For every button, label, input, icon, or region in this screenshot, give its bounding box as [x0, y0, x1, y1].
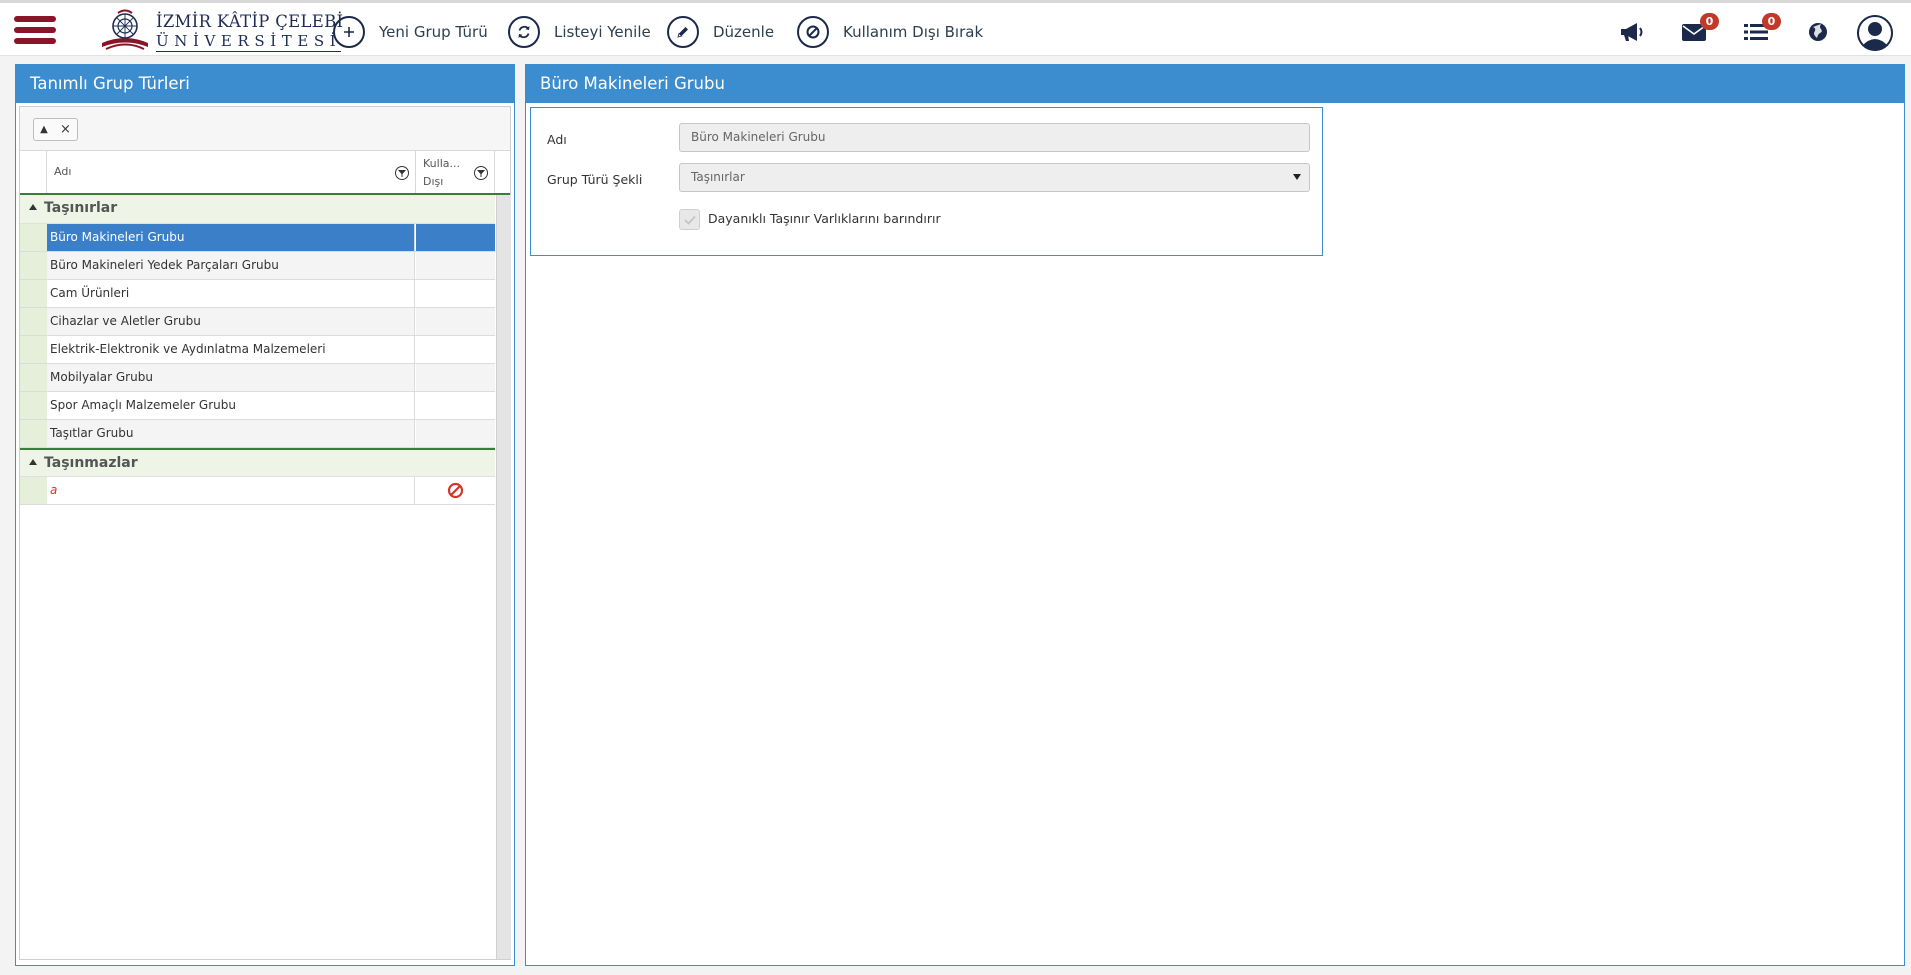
logo-title: İZMİR KÂTİP ÇELEBİ [156, 12, 344, 31]
row-inactive [416, 336, 495, 363]
row-name: Cihazlar ve Aletler Grubu [47, 308, 415, 335]
table-row[interactable]: Taşıtlar Grubu [20, 420, 495, 448]
deactivate-label: Kullanım Dışı Bırak [843, 23, 984, 41]
new-group-type-label: Yeni Grup Türü [379, 23, 488, 41]
name-field[interactable]: Büro Makineleri Grubu [679, 123, 1310, 152]
menu-icon[interactable] [14, 16, 56, 46]
refresh-list-button[interactable]: Listeyi Yenile [508, 15, 651, 49]
grid-header-spacer [20, 151, 47, 193]
messages-badge: 0 [1700, 13, 1719, 30]
row-inactive [416, 308, 495, 335]
column-header-name-label: Adı [54, 165, 72, 178]
university-logo[interactable]: İZMİR KÂTİP ÇELEBİ ÜNİVERSİTESİ [98, 9, 343, 53]
name-field-label: Adı [547, 132, 567, 147]
group-detail-panel-title: Büro Makineleri Grubu [526, 65, 1904, 103]
row-name: Elektrik-Elektronik ve Aydınlatma Malzem… [47, 336, 415, 363]
globe-icon[interactable] [1803, 17, 1833, 47]
row-inactive [416, 280, 495, 307]
close-icon[interactable]: × [60, 122, 71, 137]
group-types-panel: Tanımlı Grup Türleri ▲ × Adı Kulla... Dı… [15, 64, 515, 966]
row-inactive [416, 364, 495, 391]
group-label: Taşınmazlar [44, 455, 138, 471]
durable-assets-checkbox-label: Dayanıklı Taşınır Varlıklarını barındırı… [708, 211, 941, 226]
row-inactive [416, 252, 495, 279]
top-bar: İZMİR KÂTİP ÇELEBİ ÜNİVERSİTESİ Yeni Gru… [0, 0, 1911, 56]
group-row-tasinmazlar[interactable]: Taşınmazlar [20, 448, 495, 477]
group-detail-form: Adı Büro Makineleri Grubu Grup Türü Şekl… [530, 107, 1323, 256]
edit-label: Düzenle [713, 23, 775, 41]
collapse-caret-icon[interactable] [29, 459, 37, 465]
chevron-down-icon [1293, 174, 1301, 180]
column-header-inactive-line1: Kulla... [423, 157, 460, 170]
pencil-icon [667, 16, 699, 48]
envelope-icon[interactable]: 0 [1679, 13, 1719, 47]
column-header-inactive-line2: Dışı [423, 175, 444, 188]
new-group-type-button[interactable]: Yeni Grup Türü [333, 15, 488, 49]
sort-asc-icon[interactable]: ▲ [40, 124, 48, 135]
table-row[interactable]: Elektrik-Elektronik ve Aydınlatma Malzem… [20, 336, 495, 364]
grid-group-panel: ▲ × [20, 107, 510, 151]
tasks-badge: 0 [1762, 13, 1781, 30]
refresh-list-label: Listeyi Yenile [554, 23, 651, 41]
row-name: Taşıtlar Grubu [47, 420, 415, 447]
group-types-grid: ▲ × Adı Kulla... Dışı Taşınırlar Büro Ma… [19, 106, 511, 960]
row-inactive [416, 420, 495, 447]
table-row[interactable]: Cihazlar ve Aletler Grubu [20, 308, 495, 336]
group-type-select[interactable]: Taşınırlar [679, 163, 1310, 192]
ban-icon [797, 16, 829, 48]
table-row[interactable]: Cam Ürünleri [20, 280, 495, 308]
column-header-name[interactable]: Adı [47, 151, 416, 193]
list-icon[interactable]: 0 [1741, 13, 1781, 47]
table-row[interactable]: Spor Amaçlı Malzemeler Grubu [20, 392, 495, 420]
durable-assets-checkbox[interactable] [679, 209, 700, 230]
row-name: a [47, 477, 415, 504]
group-chip[interactable]: ▲ × [33, 118, 78, 141]
filter-icon[interactable] [395, 166, 409, 180]
group-row-tasinirlar[interactable]: Taşınırlar [20, 195, 495, 224]
group-type-select-value: Taşınırlar [691, 170, 745, 184]
grid-scrollbar[interactable] [496, 195, 511, 959]
table-row[interactable]: Mobilyalar Grubu [20, 364, 495, 392]
row-inactive [416, 392, 495, 419]
row-name: Spor Amaçlı Malzemeler Grubu [47, 392, 415, 419]
column-header-inactive[interactable]: Kulla... Dışı [416, 151, 495, 193]
deactivate-button[interactable]: Kullanım Dışı Bırak [797, 15, 983, 49]
row-name: Büro Makineleri Grubu [47, 224, 415, 251]
group-detail-panel: Büro Makineleri Grubu Adı Büro Makineler… [525, 64, 1905, 966]
row-inactive [416, 224, 495, 251]
grid-header: Adı Kulla... Dışı [20, 151, 510, 195]
edit-button[interactable]: Düzenle [667, 15, 774, 49]
table-row[interactable]: Büro Makineleri Grubu [20, 224, 495, 252]
user-avatar-icon[interactable] [1857, 15, 1893, 51]
plus-icon [333, 16, 365, 48]
table-row[interactable]: a [20, 477, 495, 505]
group-label: Taşınırlar [44, 200, 118, 216]
megaphone-icon[interactable] [1617, 17, 1647, 47]
row-name: Büro Makineleri Yedek Parçaları Grubu [47, 252, 415, 279]
inactive-ban-icon [447, 482, 464, 499]
group-types-panel-title: Tanımlı Grup Türleri [16, 65, 514, 103]
logo-emblem-icon [102, 9, 148, 50]
row-name: Cam Ürünleri [47, 280, 415, 307]
row-inactive [416, 477, 495, 504]
grid-rows: Taşınırlar Büro Makineleri Grubu Büro Ma… [20, 195, 495, 505]
logo-subtitle: ÜNİVERSİTESİ [156, 32, 342, 52]
filter-icon[interactable] [474, 166, 488, 180]
collapse-caret-icon[interactable] [29, 204, 37, 210]
group-type-field-label: Grup Türü Şekli [547, 172, 643, 187]
refresh-icon [508, 16, 540, 48]
row-name: Mobilyalar Grubu [47, 364, 415, 391]
check-icon [683, 215, 696, 225]
table-row[interactable]: Büro Makineleri Yedek Parçaları Grubu [20, 252, 495, 280]
